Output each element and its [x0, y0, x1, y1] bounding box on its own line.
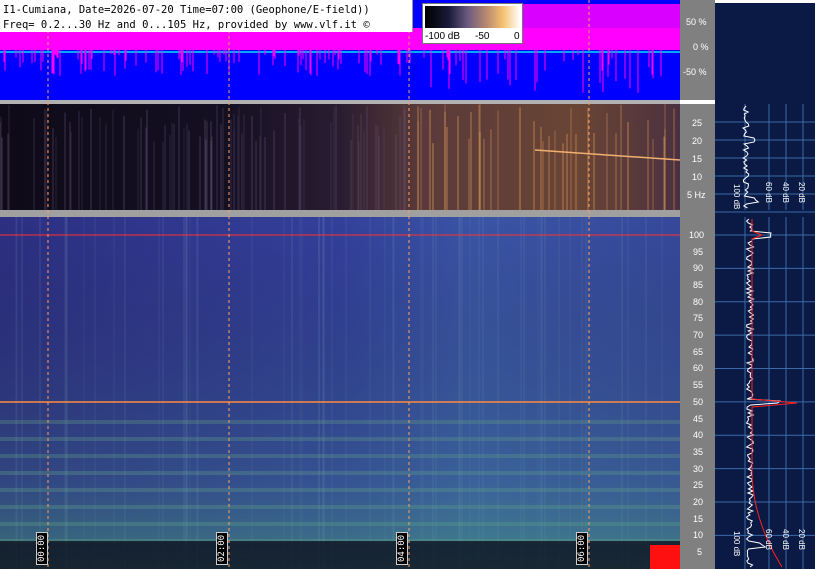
time-label: 04:00: [396, 531, 408, 565]
colorbar: -100 dB -50 0: [422, 3, 523, 44]
hf-db-label: 40 dB: [781, 529, 790, 550]
hf-tick: 35: [693, 446, 704, 457]
hf-tick: 15: [693, 513, 704, 524]
spectrum-panel-top: [715, 0, 815, 3]
hf-tick: 30: [693, 463, 704, 474]
hf-tick: 50: [693, 396, 704, 407]
hf-tick: 85: [693, 280, 704, 291]
hf-tick: 25: [693, 480, 704, 491]
axis-separator: [680, 100, 715, 104]
hf-tick: 80: [693, 296, 704, 307]
amp-tick: -50 %: [683, 67, 707, 77]
hf-db-label: 60 dB: [764, 529, 773, 550]
hf-tick: 95: [693, 246, 704, 257]
hf-tick: 20: [693, 496, 704, 507]
hf-db-label: 100 dB: [732, 531, 741, 557]
lf-db-label: 60 dB: [764, 182, 773, 203]
hf-tick: 60: [693, 363, 704, 374]
amp-tick: 0 %: [693, 42, 709, 52]
spectrum-panel: [715, 0, 815, 569]
colorbar-gradient: [425, 6, 520, 28]
lf-db-label: 100 dB: [732, 184, 741, 210]
low-freq-spectrogram: [0, 104, 680, 210]
time-label: 06:00: [576, 531, 588, 565]
hf-tick: 40: [693, 430, 704, 441]
amplitude-signal-peak: [520, 4, 680, 50]
lf-tick: 15: [692, 154, 703, 164]
hf-db-label: 20 dB: [797, 529, 806, 550]
hf-tick: 55: [693, 380, 704, 391]
hf-tick: 90: [693, 263, 704, 274]
panel-separator: [0, 100, 680, 104]
lf-tick: 25: [692, 118, 703, 128]
hf-tick: 5: [697, 547, 703, 557]
lf-tick: 10: [692, 172, 703, 182]
header-line-1: I1-Cumiana, Date=2026-07-20 Time=07:00 (…: [3, 4, 370, 16]
colorbar-label: -50: [475, 31, 490, 42]
hf-tick: 70: [693, 330, 704, 341]
high-freq-red-patch: [650, 545, 680, 569]
amp-tick: 50 %: [686, 17, 707, 27]
lf-db-label: 40 dB: [781, 182, 790, 203]
colorbar-label: -100 dB: [425, 31, 461, 42]
hf-tick: 75: [693, 313, 704, 324]
header-line-2: Freq= 0.2...30 Hz and 0...105 Hz, provid…: [3, 19, 370, 31]
time-label: 00:00: [36, 531, 48, 565]
colorbar-label: 0: [514, 31, 520, 42]
hf-tick: 45: [693, 413, 704, 424]
hf-tick: 100: [689, 230, 705, 240]
hf-tick: 10: [693, 530, 704, 541]
lf-tick: 5 Hz: [687, 190, 706, 200]
lf-db-label: 20 dB: [797, 182, 806, 203]
high-freq-bottom-glow: [0, 217, 680, 569]
hf-tick: 65: [693, 346, 704, 357]
lf-tick: 20: [692, 136, 703, 146]
panel-separator: [0, 210, 680, 217]
time-label: 02:00: [216, 531, 228, 565]
